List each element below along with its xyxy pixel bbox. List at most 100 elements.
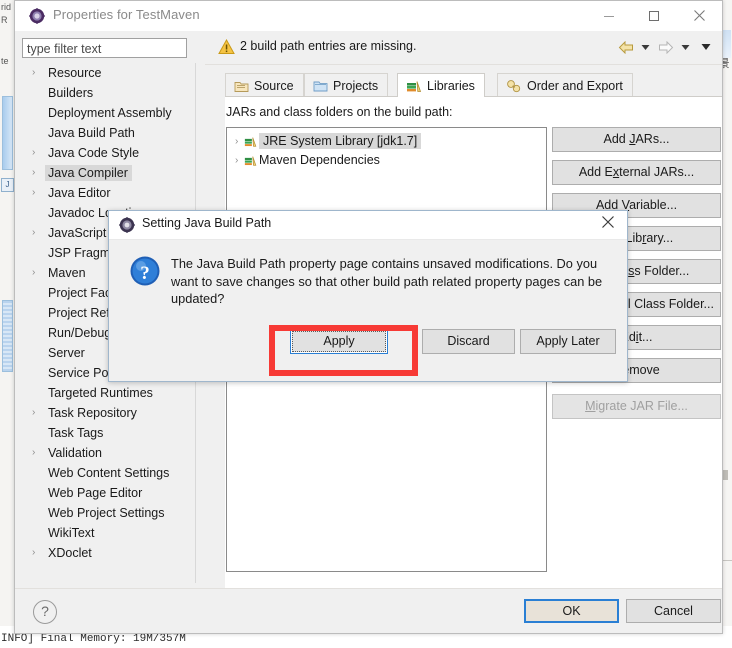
screenshot-root: ridRte J 景 INFO] Final Memory: 19M/357M bbox=[0, 0, 732, 648]
sidebar-item-task-repository[interactable]: › Task Repository bbox=[22, 403, 187, 423]
sidebar-item-web-project-settings[interactable]: Web Project Settings bbox=[22, 503, 187, 523]
sidebar-item-java-compiler[interactable]: › Java Compiler bbox=[22, 163, 187, 183]
sidebar-item-validation[interactable]: › Validation bbox=[22, 443, 187, 463]
add-jars-button[interactable]: Add JARs... bbox=[552, 127, 721, 152]
modal-title-text: Setting Java Build Path bbox=[142, 216, 272, 230]
chevron-right-icon[interactable]: › bbox=[32, 403, 42, 423]
sidebar-item-label: Web Project Settings bbox=[48, 506, 165, 520]
sidebar-item-task-tags[interactable]: Task Tags bbox=[22, 423, 187, 443]
modal-button-row: Apply Discard Apply Later bbox=[109, 329, 627, 359]
close-button[interactable] bbox=[676, 1, 722, 30]
window-controls bbox=[586, 1, 722, 30]
eclipse-properties-icon bbox=[119, 217, 135, 233]
order-export-icon bbox=[506, 79, 522, 93]
maximize-button[interactable] bbox=[631, 1, 676, 30]
minimize-button[interactable] bbox=[586, 1, 631, 30]
tab-order-and-export[interactable]: Order and Export bbox=[497, 73, 633, 97]
window-title: Properties for TestMaven bbox=[53, 7, 200, 22]
tab-source[interactable]: Source bbox=[225, 73, 304, 97]
list-item[interactable]: › JRE System Library [jdk1.7] bbox=[227, 132, 546, 151]
sidebar-item-label: Task Repository bbox=[48, 406, 137, 420]
apply-button[interactable]: Apply bbox=[290, 329, 388, 354]
ide-strip-line: rid bbox=[1, 2, 12, 12]
filter-text-input[interactable]: type filter text bbox=[22, 38, 187, 58]
sidebar-item-label: Task Tags bbox=[48, 426, 104, 440]
message-text: 2 build path entries are missing. bbox=[240, 39, 417, 53]
sidebar-item-label: XDoclet bbox=[48, 546, 92, 560]
sidebar-item-label: Maven bbox=[48, 266, 86, 280]
tab-label: Order and Export bbox=[527, 78, 623, 93]
discard-button[interactable]: Discard bbox=[422, 329, 515, 354]
sidebar-item-deployment-assembly[interactable]: Deployment Assembly bbox=[22, 103, 187, 123]
modal-close-icon[interactable] bbox=[597, 214, 619, 236]
sidebar-item-label: Server bbox=[48, 346, 85, 360]
view-menu-dropdown-icon[interactable] bbox=[697, 39, 714, 55]
migrate-jar-file-button: Migrate JAR File... bbox=[552, 394, 721, 419]
library-books-icon bbox=[244, 154, 258, 173]
tab-projects[interactable]: Projects bbox=[304, 73, 389, 97]
modal-message: The Java Build Path property page contai… bbox=[171, 256, 603, 306]
cancel-button[interactable]: Cancel bbox=[626, 599, 721, 623]
window-titlebar: Properties for TestMaven bbox=[15, 1, 722, 32]
chevron-right-icon[interactable]: › bbox=[32, 163, 42, 183]
ide-strip-line: te bbox=[1, 56, 9, 66]
message-bar: 2 build path entries are missing. bbox=[205, 31, 722, 65]
navigation-toolbar bbox=[617, 39, 714, 55]
sidebar-item-label: Java Build Path bbox=[48, 126, 135, 140]
sidebar-item-label: Java Editor bbox=[48, 186, 111, 200]
forward-arrow-icon[interactable] bbox=[657, 39, 674, 55]
apply-later-button[interactable]: Apply Later bbox=[520, 329, 616, 354]
warning-icon bbox=[218, 38, 235, 60]
sidebar-item-label: Validation bbox=[48, 446, 102, 460]
help-button[interactable]: ? bbox=[33, 600, 57, 624]
dialog-footer: ? OK Cancel bbox=[15, 588, 722, 633]
sidebar-item-label: Java Compiler bbox=[45, 165, 132, 181]
ide-left-view-icon: J bbox=[1, 178, 14, 192]
chevron-right-icon[interactable]: › bbox=[32, 143, 42, 163]
chevron-right-icon[interactable]: › bbox=[32, 443, 42, 463]
tab-label: Projects bbox=[333, 78, 379, 93]
sidebar-item-java-code-style[interactable]: › Java Code Style bbox=[22, 143, 187, 163]
sidebar-item-java-build-path[interactable]: Java Build Path bbox=[22, 123, 187, 143]
button-label: Migrate JAR File... bbox=[585, 399, 688, 413]
sidebar-item-wikitext[interactable]: WikiText bbox=[22, 523, 187, 543]
build-path-tabs[interactable]: Source Projects Libraries Order and Export bbox=[225, 73, 722, 97]
forward-dropdown-icon[interactable] bbox=[677, 39, 694, 55]
sidebar-item-xdoclet[interactable]: › XDoclet bbox=[22, 543, 187, 563]
sidebar-item-label: Java Code Style bbox=[48, 146, 140, 160]
sidebar-item-resource[interactable]: › Resource bbox=[22, 63, 187, 83]
source-folder-icon bbox=[234, 79, 249, 93]
sidebar-item-label: Targeted Runtimes bbox=[48, 386, 153, 400]
sidebar-item-label: WikiText bbox=[48, 526, 95, 540]
sidebar-item-label: Builders bbox=[48, 86, 94, 100]
list-item-label: Maven Dependencies bbox=[259, 153, 380, 167]
list-item-label: JRE System Library [jdk1.7] bbox=[259, 133, 422, 149]
list-item[interactable]: › Maven Dependencies bbox=[227, 151, 546, 170]
sidebar-item-label: Web Content Settings bbox=[48, 466, 170, 480]
add-external-jars-button[interactable]: Add External JARs... bbox=[552, 160, 721, 185]
tab-libraries[interactable]: Libraries bbox=[397, 73, 485, 97]
button-label: Add JARs... bbox=[603, 132, 670, 146]
chevron-right-icon[interactable]: › bbox=[32, 543, 42, 563]
modal-titlebar: Setting Java Build Path bbox=[109, 211, 627, 240]
sidebar-item-label: Resource bbox=[48, 66, 102, 80]
back-arrow-icon[interactable] bbox=[617, 39, 634, 55]
back-dropdown-icon[interactable] bbox=[637, 39, 654, 55]
chevron-right-icon[interactable]: › bbox=[32, 183, 42, 203]
chevron-right-icon[interactable]: › bbox=[235, 132, 238, 151]
chevron-right-icon[interactable]: › bbox=[32, 223, 42, 243]
sidebar-item-web-page-editor[interactable]: Web Page Editor bbox=[22, 483, 187, 503]
sidebar-item-builders[interactable]: Builders bbox=[22, 83, 187, 103]
chevron-right-icon[interactable]: › bbox=[32, 63, 42, 83]
sidebar-item-web-content-settings[interactable]: Web Content Settings bbox=[22, 463, 187, 483]
sidebar-item-java-editor[interactable]: › Java Editor bbox=[22, 183, 187, 203]
chevron-right-icon[interactable]: › bbox=[235, 151, 238, 170]
ide-left-selection-bar bbox=[2, 96, 13, 170]
ok-button[interactable]: OK bbox=[524, 599, 619, 623]
sidebar-item-targeted-runtimes[interactable]: Targeted Runtimes bbox=[22, 383, 187, 403]
chevron-right-icon[interactable]: › bbox=[32, 263, 42, 283]
svg-text:?: ? bbox=[140, 263, 150, 284]
eclipse-properties-icon bbox=[29, 8, 45, 24]
question-icon: ? bbox=[129, 255, 161, 287]
sidebar-item-label: Web Page Editor bbox=[48, 486, 143, 500]
